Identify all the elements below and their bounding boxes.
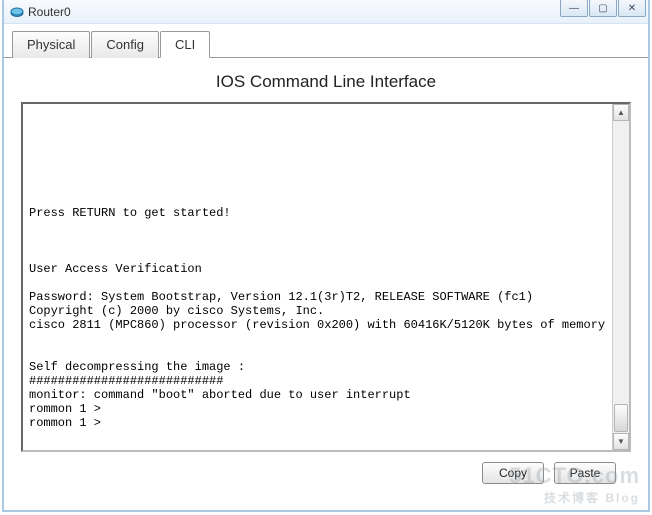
- cli-heading: IOS Command Line Interface: [18, 72, 634, 92]
- tab-content: IOS Command Line Interface Press RETURN …: [4, 58, 648, 498]
- tab-physical[interactable]: Physical: [12, 31, 90, 58]
- tab-cli[interactable]: CLI: [160, 31, 210, 58]
- copy-button[interactable]: Copy: [482, 462, 544, 484]
- scroll-thumb[interactable]: [614, 404, 628, 432]
- window-title: Router0: [28, 5, 71, 19]
- maximize-button[interactable]: ▢: [589, 0, 617, 17]
- scroll-up-icon[interactable]: ▲: [613, 104, 629, 121]
- close-button[interactable]: ✕: [618, 0, 646, 17]
- scroll-down-icon[interactable]: ▼: [613, 433, 629, 450]
- scrollbar[interactable]: ▲ ▼: [612, 104, 629, 450]
- button-row: Copy Paste: [18, 462, 616, 484]
- tab-config[interactable]: Config: [91, 31, 159, 58]
- app-window: Router0 — ▢ ✕ Physical Config CLI IOS Co…: [2, 0, 650, 512]
- router-icon: [10, 5, 24, 19]
- window-controls: — ▢ ✕: [560, 0, 646, 17]
- titlebar: Router0 — ▢ ✕: [4, 0, 648, 24]
- cli-terminal[interactable]: Press RETURN to get started! User Access…: [23, 104, 629, 450]
- terminal-container: Press RETURN to get started! User Access…: [21, 102, 631, 452]
- paste-button[interactable]: Paste: [554, 462, 616, 484]
- minimize-button[interactable]: —: [560, 0, 588, 17]
- tab-row: Physical Config CLI: [4, 24, 648, 58]
